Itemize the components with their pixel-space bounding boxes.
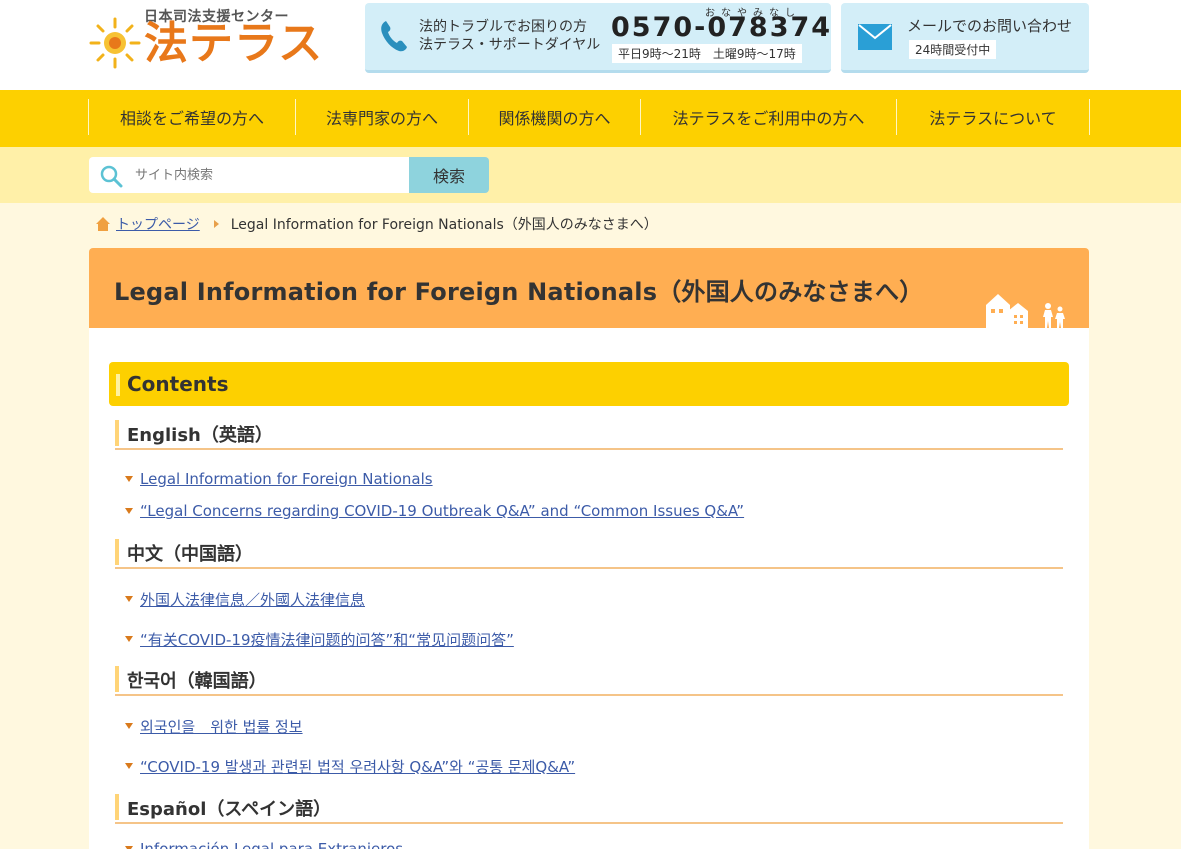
arrow-down-icon: [125, 476, 133, 482]
section-title: English（英語）: [127, 425, 273, 446]
link-korean-covid-qa[interactable]: “COVID-19 발생과 관련된 법적 우려사항 Q&A”와 “공통 문제Q&…: [140, 756, 575, 777]
nav-item-about[interactable]: 法テラスについて: [896, 99, 1090, 135]
list-item: 外国人法律信息／外國人法律信息: [125, 589, 365, 609]
support-dial-label: 法的トラブルでお困りの方 法テラス・サポートダイヤル: [419, 18, 600, 54]
global-nav: 相談をご希望の方へ 法専門家の方へ 関係機関の方へ 法テラスをご利用中の方へ 法…: [0, 90, 1181, 147]
list-item: Información Legal para Extranjeros: [125, 839, 403, 849]
list-item: “COVID-19 발생과 관련된 법적 우려사항 Q&A”와 “공통 문제Q&…: [125, 756, 575, 776]
global-nav-items: 相談をご希望の方へ 法専門家の方へ 関係機関の方へ 法テラスをご利用中の方へ 法…: [88, 99, 1090, 135]
search-icon: [100, 165, 123, 188]
section-title: 한국어（韓国語）: [127, 671, 267, 692]
search-band: 検索: [0, 147, 1181, 203]
mail-contact-label: メールでのお問い合わせ: [907, 17, 1073, 35]
search-field[interactable]: [89, 157, 409, 193]
section-accent: [115, 794, 119, 820]
support-dial-label-line1: 法的トラブルでお困りの方: [419, 19, 587, 35]
house-icon: [986, 294, 1028, 328]
main-content: Contents English（英語） Legal Information f…: [89, 328, 1089, 849]
arrow-down-icon: [125, 508, 133, 514]
section-accent: [115, 666, 119, 692]
breadcrumb-home-link[interactable]: トップページ: [116, 214, 200, 234]
phone-icon: [381, 21, 407, 52]
mail-contact-hours: 24時間受付中: [909, 40, 997, 59]
search-input[interactable]: [135, 162, 395, 188]
sun-icon: [89, 17, 141, 69]
nav-item-legal-professionals[interactable]: 法専門家の方へ: [295, 99, 468, 135]
link-chinese-legal-info[interactable]: 外国人法律信息／外國人法律信息: [140, 589, 365, 610]
logo-name: 法テラス: [144, 18, 324, 69]
list-item: “有关COVID-19疫情法律问题的问答”和“常见问题问答”: [125, 629, 514, 649]
nav-item-related-organizations[interactable]: 関係機関の方へ: [468, 99, 640, 135]
site-header: 日本司法支援センター 法テラス 法的トラブルでお困りの方 法テラス・サポートダイ…: [0, 0, 1181, 90]
section-heading-chinese: 中文（中国語）: [115, 539, 1063, 569]
nav-item-consultation[interactable]: 相談をご希望の方へ: [88, 99, 295, 135]
support-dial-box[interactable]: 法的トラブルでお困りの方 法テラス・サポートダイヤル おなやみなし 0570-0…: [365, 3, 831, 73]
mail-icon: [858, 24, 892, 50]
home-icon: [96, 217, 110, 231]
section-accent: [115, 420, 119, 446]
arrow-down-icon: [125, 763, 133, 769]
list-item: 외국인을 위한 법률 정보: [125, 716, 303, 736]
link-chinese-covid-qa[interactable]: “有关COVID-19疫情法律问题的问答”和“常见问题问答”: [140, 629, 514, 650]
breadcrumb: トップページ Legal Information for Foreign Nat…: [95, 214, 658, 234]
nav-item-current-users[interactable]: 法テラスをご利用中の方へ: [640, 99, 896, 135]
arrow-down-icon: [125, 723, 133, 729]
link-korean-legal-info[interactable]: 외국인을 위한 법률 정보: [140, 716, 303, 737]
phone-hours: 平日9時～21時 土曜9時～17時: [612, 44, 802, 63]
section-heading-english: English（英語）: [115, 420, 1063, 450]
section-title: 中文（中国語）: [127, 544, 253, 565]
list-item: Legal Information for Foreign Nationals: [125, 469, 433, 489]
contents-heading-bar: Contents: [109, 362, 1069, 406]
section-title: Español（スペイン語）: [127, 799, 332, 820]
list-item: “Legal Concerns regarding COVID-19 Outbr…: [125, 501, 744, 521]
arrow-down-icon: [125, 636, 133, 642]
family-icon: [1043, 303, 1065, 328]
link-english-legal-info[interactable]: Legal Information for Foreign Nationals: [140, 470, 433, 488]
mail-contact-box[interactable]: メールでのお問い合わせ 24時間受付中: [841, 3, 1089, 73]
section-accent: [115, 539, 119, 565]
arrow-down-icon: [125, 596, 133, 602]
contents-heading: Contents: [127, 372, 229, 396]
section-heading-korean: 한국어（韓国語）: [115, 666, 1063, 696]
page-title-banner: Legal Information for Foreign Nationals（…: [89, 248, 1089, 328]
phone-number[interactable]: 0570-078374: [611, 12, 832, 43]
section-heading-spanish: Español（スペイン語）: [115, 794, 1063, 824]
search-button[interactable]: 検索: [409, 157, 489, 193]
breadcrumb-separator-icon: [213, 220, 219, 228]
support-dial-label-line2: 法テラス・サポートダイヤル: [419, 37, 601, 53]
contents-accent: [116, 374, 120, 396]
link-spanish-legal-info[interactable]: Información Legal para Extranjeros: [140, 840, 403, 849]
breadcrumb-current: Legal Information for Foreign Nationals（…: [230, 217, 658, 233]
link-english-covid-qa[interactable]: “Legal Concerns regarding COVID-19 Outbr…: [140, 502, 744, 520]
page-title: Legal Information for Foreign Nationals（…: [114, 278, 924, 306]
site-logo[interactable]: 日本司法支援センター 法テラス: [88, 6, 322, 76]
